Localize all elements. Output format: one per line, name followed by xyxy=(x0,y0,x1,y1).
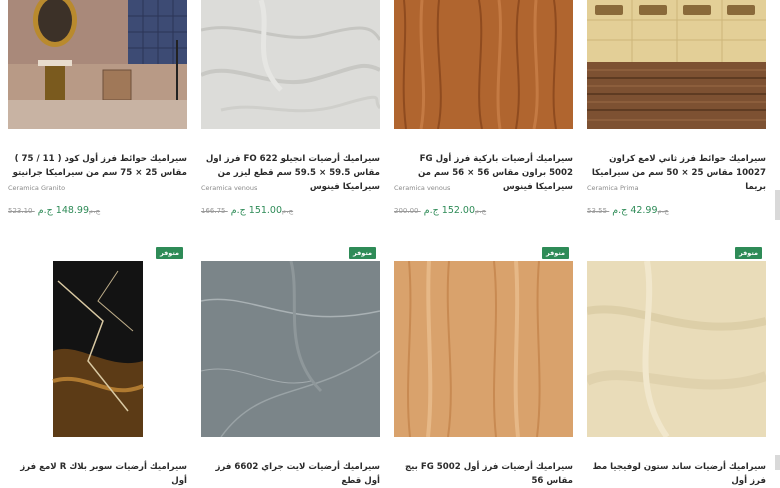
product-title[interactable]: سيراميك أرضيات فرز أول FG 5002 بيج مقاس … xyxy=(394,460,573,488)
product-title[interactable]: سيراميك أرضيات سوبر بلاك R لامع فرز أول xyxy=(8,460,187,488)
product-price: 166.75 ج.م151.00 ج.م xyxy=(201,205,293,216)
product-title[interactable]: سيراميك أرضيات ساند ستون لوفيجيا مط فرز … xyxy=(587,460,766,488)
product-brand: Ceramica venous xyxy=(201,184,258,192)
sale-price: 151.00 ج.م xyxy=(230,205,283,216)
product-image[interactable] xyxy=(587,261,766,437)
product-image[interactable] xyxy=(8,0,187,129)
sale-price: 148.99 ج.م xyxy=(37,205,90,216)
availability-badge: متوفر xyxy=(542,247,570,259)
product-price: 53.55 ج.م42.99 ج.م xyxy=(587,205,669,216)
scroll-edge xyxy=(775,190,780,220)
product-brand: Ceramica Prima xyxy=(587,184,639,192)
product-image[interactable] xyxy=(394,0,573,129)
product-title[interactable]: سيراميك أرضيات لايت جراي 6602 فرز أول قط… xyxy=(201,460,380,488)
scroll-edge xyxy=(775,455,780,470)
availability-badge: متوفر xyxy=(156,247,184,259)
product-price: 523.10 ج.م148.99 ج.م xyxy=(8,205,100,216)
sale-price: 42.99 ج.م xyxy=(612,205,658,216)
sale-price: 152.00 ج.م xyxy=(423,205,476,216)
product-image[interactable] xyxy=(201,261,380,437)
product-price: 200.00 ج.م152.00 ج.م xyxy=(394,205,486,216)
product-image[interactable] xyxy=(201,0,380,129)
product-brand: Ceramica venous xyxy=(394,184,451,192)
product-image[interactable] xyxy=(394,261,573,437)
product-image[interactable] xyxy=(587,0,766,129)
availability-badge: متوفر xyxy=(735,247,763,259)
product-brand: Ceramica Granito xyxy=(8,184,66,192)
availability-badge: متوفر xyxy=(349,247,377,259)
product-title[interactable]: سيراميك حوائط فرز أول كود ( 11 / 75 ) مق… xyxy=(8,152,187,180)
product-image[interactable] xyxy=(8,261,187,437)
